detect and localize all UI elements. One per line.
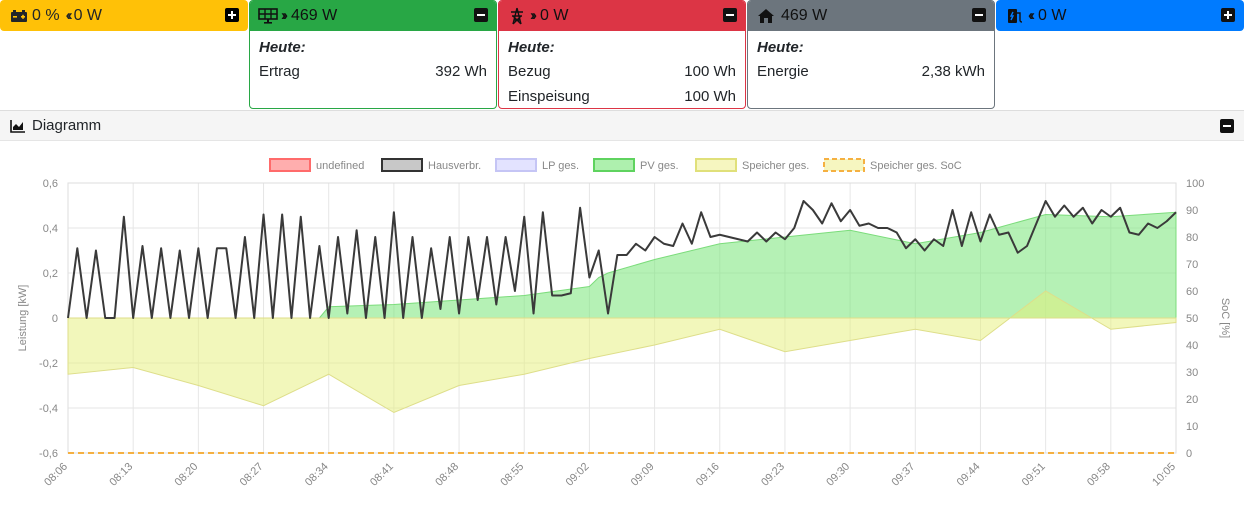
legend-swatch [495, 158, 537, 172]
x-tick-label: 08:34 [303, 461, 331, 489]
home-icon [756, 7, 776, 25]
diagram-title: Diagramm [32, 117, 102, 134]
y-axis-title: Leistung [kW] [17, 285, 29, 352]
legend-swatch [823, 158, 865, 172]
charging-station-icon [1005, 7, 1025, 25]
export-label: Einspeisung [508, 88, 590, 105]
y2-tick-label: 100 [1186, 178, 1204, 190]
grid-power: 0 W [540, 6, 569, 24]
legend-label: Hausverbr. [428, 160, 481, 172]
x-tick-label: 09:16 [694, 461, 722, 489]
house-power: 469 W [781, 6, 828, 24]
y2-tick-label: 90 [1186, 205, 1198, 217]
today-label: Heute: [259, 39, 306, 56]
y-tick-label: 0,2 [43, 268, 58, 280]
y2-tick-label: 30 [1186, 367, 1198, 379]
y-tick-label: -0,2 [39, 358, 58, 370]
energy-label: Energie [757, 63, 809, 80]
x-tick-label: 09:37 [889, 461, 917, 489]
y2-tick-label: 10 [1186, 421, 1198, 433]
yield-value: 392 Wh [435, 63, 487, 80]
x-tick-label: 10:05 [1150, 461, 1178, 489]
diagram-panel: Diagramm 0,6 0,4 0,2 0 -0,2 -0,4 -0,6 100 90 80 70… [0, 110, 1244, 504]
battery-soc: 0 % [32, 6, 60, 24]
yield-label: Ertrag [259, 63, 300, 80]
chevron-right-icon: ›› [281, 7, 288, 24]
x-tick-label: 09:02 [564, 461, 592, 489]
collapse-button[interactable] [972, 8, 986, 22]
legend-swatch [269, 158, 311, 172]
battery-icon [9, 7, 29, 25]
y-tick-label: 0,6 [43, 178, 58, 190]
collapse-button[interactable] [474, 8, 488, 22]
house-card: 469 W Heute: Energie 2,38 kWh [747, 0, 995, 109]
area-chart-icon [10, 119, 26, 133]
grid-card: ›› 0 W Heute: Bezug 100 Wh Einspeisung 100… [498, 0, 746, 109]
legend-label: LP ges. [542, 160, 579, 172]
pv-power: 469 W [291, 6, 338, 24]
chart: 0,60,40,20-0,2-0,4-0,6100908070605040302… [17, 158, 1231, 489]
collapse-button[interactable] [723, 8, 737, 22]
solar-panel-icon [258, 7, 278, 25]
chargepoint-card: ‹‹ 0 W [996, 0, 1244, 31]
y-tick-label: 0 [52, 313, 58, 325]
y2-tick-label: 50 [1186, 313, 1198, 325]
chevron-left-icon: ‹‹ [65, 7, 73, 24]
today-label: Heute: [757, 39, 804, 56]
legend-swatch [593, 158, 635, 172]
x-tick-label: 08:20 [173, 461, 201, 489]
expand-button[interactable] [1221, 8, 1235, 22]
legend-swatch [381, 158, 423, 172]
legend-label: undefined [316, 160, 364, 172]
legend-label: Speicher ges. SoC [870, 160, 962, 172]
power-pylon-icon [507, 7, 527, 25]
x-tick-label: 09:09 [629, 461, 657, 489]
today-label: Heute: [508, 39, 555, 56]
chevron-left-icon: ‹‹ [1028, 7, 1035, 24]
legend-label: PV ges. [640, 160, 679, 172]
expand-button[interactable] [225, 8, 239, 22]
y-tick-label: -0,4 [39, 403, 58, 415]
legend-swatch [695, 158, 737, 172]
x-tick-label: 08:27 [238, 461, 266, 489]
x-tick-label: 08:41 [368, 461, 396, 489]
collapse-button[interactable] [1220, 119, 1234, 133]
x-tick-label: 08:13 [107, 461, 135, 489]
import-value: 100 Wh [684, 63, 736, 80]
battery-power: 0 W [73, 6, 103, 24]
x-tick-label: 08:55 [498, 461, 526, 489]
y2-tick-label: 0 [1186, 448, 1192, 460]
x-tick-label: 09:44 [955, 461, 983, 489]
y-tick-label: 0,4 [43, 223, 58, 235]
x-tick-label: 09:58 [1085, 461, 1113, 489]
y2-tick-label: 40 [1186, 340, 1198, 352]
chargepoint-power: 0 W [1038, 6, 1067, 24]
y2-tick-label: 80 [1186, 232, 1198, 244]
x-tick-label: 09:23 [759, 461, 787, 489]
x-tick-label: 08:48 [433, 461, 461, 489]
pv-card: ›› 469 W Heute: Ertrag 392 Wh [249, 0, 497, 109]
y2-axis-title: SoC [%] [1219, 298, 1231, 338]
y2-tick-label: 70 [1186, 259, 1198, 271]
legend-label: Speicher ges. [742, 160, 809, 172]
export-value: 100 Wh [684, 88, 736, 105]
y-tick-label: -0,6 [39, 448, 58, 460]
import-label: Bezug [508, 63, 551, 80]
y2-tick-label: 20 [1186, 394, 1198, 406]
x-tick-label: 09:30 [824, 461, 852, 489]
y2-tick-label: 60 [1186, 286, 1198, 298]
x-tick-label: 08:06 [42, 461, 70, 489]
energy-value: 2,38 kWh [921, 63, 985, 80]
battery-card: 0 % ‹‹ 0 W [0, 0, 248, 31]
chevron-right-icon: ›› [530, 7, 537, 24]
x-tick-label: 09:51 [1020, 461, 1048, 489]
